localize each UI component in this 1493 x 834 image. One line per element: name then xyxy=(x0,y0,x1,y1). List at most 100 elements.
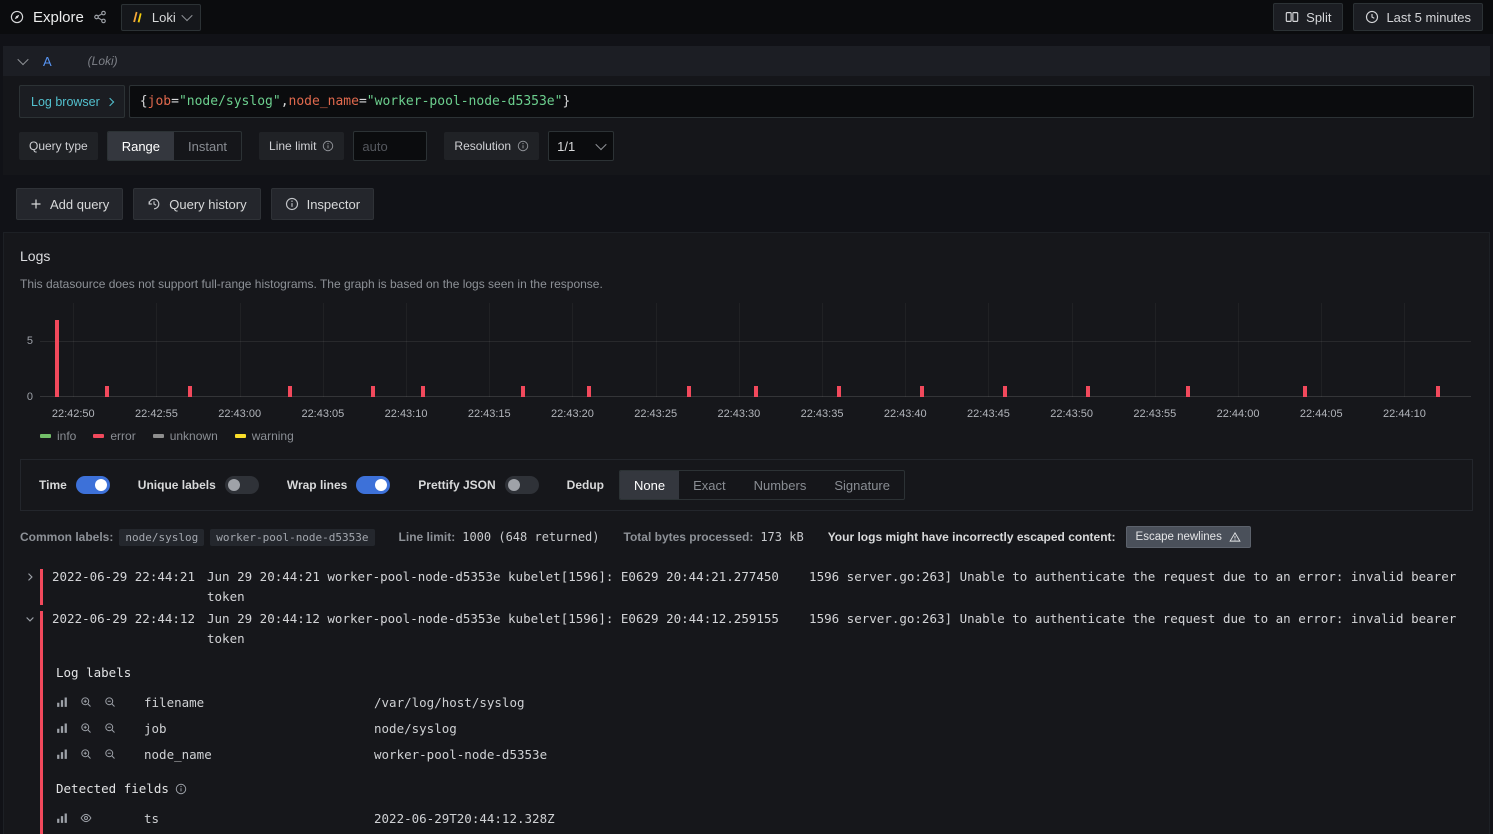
explore-compass-icon xyxy=(10,10,24,24)
line-limit-label-text: Line limit xyxy=(269,139,316,153)
chevron-down-icon xyxy=(181,10,192,21)
query-expression-input[interactable]: {job="node/syslog",node_name="worker-poo… xyxy=(129,85,1474,118)
gridline xyxy=(1404,303,1405,397)
histogram-bar xyxy=(55,320,59,397)
history-icon xyxy=(147,197,161,211)
histogram-x-axis: 22:42:5022:42:5522:43:0022:43:0522:43:10… xyxy=(40,403,1471,421)
x-tick-label: 22:43:20 xyxy=(551,408,594,420)
x-tick-label: 22:44:05 xyxy=(1300,408,1343,420)
legend-swatch xyxy=(93,434,104,438)
time-toggle[interactable] xyxy=(76,476,110,494)
unique-labels-control: Unique labels xyxy=(138,476,259,494)
x-tick-label: 22:44:00 xyxy=(1217,408,1260,420)
log-timestamp: 2022-06-29 22:44:21 xyxy=(52,567,195,607)
line-limit-input[interactable] xyxy=(353,131,427,161)
eye-icon[interactable] xyxy=(80,812,92,824)
add-query-button[interactable]: Add query xyxy=(16,188,123,220)
log-level-indicator xyxy=(40,611,43,834)
filter-out-value-icon[interactable] xyxy=(104,722,116,734)
dedup-option-exact[interactable]: Exact xyxy=(679,471,740,499)
log-options-bar: Time Unique labels Wrap lines Prettify J… xyxy=(20,459,1473,511)
x-tick-label: 22:44:10 xyxy=(1383,408,1426,420)
query-token: = xyxy=(359,94,367,109)
label-key: job xyxy=(144,721,374,736)
filter-for-value-icon[interactable] xyxy=(80,722,92,734)
dedup-option-none[interactable]: None xyxy=(620,471,679,499)
escape-warning-text: Your logs might have incorrectly escaped… xyxy=(828,530,1116,544)
gridline xyxy=(739,303,740,397)
histogram-plot xyxy=(40,303,1471,397)
wrap-lines-control: Wrap lines xyxy=(287,476,390,494)
filter-for-value-icon[interactable] xyxy=(80,696,92,708)
query-row-letter: A xyxy=(43,54,52,69)
x-tick-label: 22:43:15 xyxy=(468,408,511,420)
unique-labels-toggle[interactable] xyxy=(225,476,259,494)
stats-icon[interactable] xyxy=(56,812,68,824)
filter-out-value-icon[interactable] xyxy=(104,748,116,760)
dedup-option-numbers[interactable]: Numbers xyxy=(740,471,821,499)
stats-icon[interactable] xyxy=(56,696,68,708)
escape-newlines-label: Escape newlines xyxy=(1136,531,1222,543)
collapse-row-icon[interactable] xyxy=(20,609,40,834)
log-row[interactable]: 2022-06-29 22:44:21 Jun 29 20:44:21 work… xyxy=(20,566,1473,608)
legend-item-warning[interactable]: warning xyxy=(235,429,294,443)
dedup-option-signature[interactable]: Signature xyxy=(820,471,904,499)
x-tick-label: 22:43:45 xyxy=(967,408,1010,420)
gridline xyxy=(1155,303,1156,397)
query-editor-section: A (Loki) Log browser {job="node/syslog",… xyxy=(3,46,1490,175)
legend-item-unknown[interactable]: unknown xyxy=(153,429,218,443)
filter-for-value-icon[interactable] xyxy=(80,748,92,760)
log-browser-button[interactable]: Log browser xyxy=(19,85,125,118)
wrap-lines-toggle[interactable] xyxy=(356,476,390,494)
collapse-query-icon[interactable] xyxy=(17,54,28,65)
time-range-label: Last 5 minutes xyxy=(1386,10,1471,25)
x-tick-label: 22:42:55 xyxy=(135,408,178,420)
escape-newlines-button[interactable]: Escape newlines xyxy=(1126,526,1251,548)
filter-out-value-icon[interactable] xyxy=(104,696,116,708)
histogram-bar xyxy=(1436,386,1440,397)
query-row-header[interactable]: A (Loki) xyxy=(3,46,1490,76)
line-limit-label: Line limit xyxy=(259,132,344,160)
inspector-button[interactable]: Inspector xyxy=(271,188,374,220)
wrap-lines-label: Wrap lines xyxy=(287,478,347,492)
split-button[interactable]: Split xyxy=(1273,3,1343,31)
legend-swatch xyxy=(235,434,246,438)
top-nav-bar: Explore Loki Split Last 5 minutes xyxy=(0,0,1493,34)
detected-fields-title: Detected fields xyxy=(56,781,1473,796)
legend-item-error[interactable]: error xyxy=(93,429,135,443)
add-query-label: Add query xyxy=(50,197,109,212)
field-row: ts 2022-06-29T20:44:12.328Z xyxy=(56,805,1473,831)
log-message: Jun 29 20:44:12 worker-pool-node-d5353e … xyxy=(207,609,1473,649)
resolution-value: 1/1 xyxy=(557,139,575,154)
log-rows-list: 2022-06-29 22:44:21 Jun 29 20:44:21 work… xyxy=(20,566,1473,834)
expand-row-icon[interactable] xyxy=(20,567,40,607)
unique-labels-label: Unique labels xyxy=(138,478,216,492)
query-history-button[interactable]: Query history xyxy=(133,188,260,220)
label-key: filename xyxy=(144,695,374,710)
info-icon xyxy=(285,197,299,211)
logs-panel: Logs This datasource does not support fu… xyxy=(3,232,1490,834)
x-tick-label: 22:42:50 xyxy=(52,408,95,420)
query-type-range[interactable]: Range xyxy=(108,132,174,160)
query-row-datasource: (Loki) xyxy=(88,54,118,68)
detected-fields-title-text: Detected fields xyxy=(56,781,169,796)
clock-icon xyxy=(1365,10,1379,24)
field-value: 2022-06-29T20:44:12.328Z xyxy=(374,811,555,826)
label-row: filename /var/log/host/syslog xyxy=(56,689,1473,715)
log-labels-title: Log labels xyxy=(56,665,1473,680)
query-token: } xyxy=(562,94,570,109)
log-timestamp: 2022-06-29 22:44:12 xyxy=(52,609,195,649)
log-row-expanded[interactable]: 2022-06-29 22:44:12 Jun 29 20:44:12 work… xyxy=(20,608,1473,834)
share-icon[interactable] xyxy=(93,10,107,24)
query-type-instant[interactable]: Instant xyxy=(174,132,241,160)
prettify-json-toggle[interactable] xyxy=(505,476,539,494)
time-range-picker[interactable]: Last 5 minutes xyxy=(1353,3,1483,31)
histogram-bar xyxy=(1003,386,1007,397)
datasource-picker[interactable]: Loki xyxy=(121,4,201,31)
label-value: node/syslog xyxy=(374,721,457,736)
query-token: node_name xyxy=(289,94,359,109)
legend-item-info[interactable]: info xyxy=(40,429,76,443)
stats-icon[interactable] xyxy=(56,748,68,760)
stats-icon[interactable] xyxy=(56,722,68,734)
resolution-select[interactable]: 1/1 xyxy=(548,131,614,161)
